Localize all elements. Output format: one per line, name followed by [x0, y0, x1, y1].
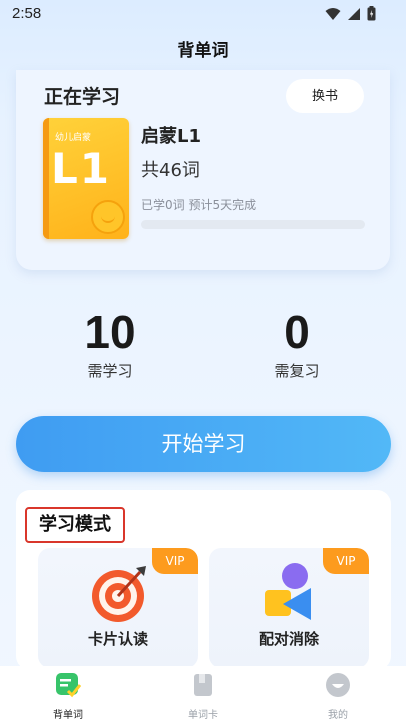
- status-bar: 2:58: [0, 0, 406, 28]
- shapes-icon: [265, 563, 311, 620]
- wifi-icon: [325, 7, 341, 20]
- mode-label-reading: 卡片认读: [87, 630, 148, 648]
- tab-memorize[interactable]: 背单词: [28, 672, 108, 721]
- book-cover-tag: 幼儿启蒙: [55, 133, 92, 143]
- smile-icon: [91, 200, 125, 234]
- status-icons: [325, 6, 376, 21]
- progress-bar: [141, 220, 365, 229]
- bottom-tab-bar: 背单词 单词卡 我的: [0, 666, 406, 722]
- book-icon: [194, 674, 212, 696]
- tab-label-memorize: 背单词: [53, 710, 83, 721]
- mode-card-reading[interactable]: VIP 卡片认读: [38, 548, 198, 668]
- stat-to-review: 0 需复习: [237, 306, 357, 381]
- study-section-title: 正在学习: [44, 86, 121, 108]
- signal-icon: [348, 7, 360, 20]
- tab-word-cards[interactable]: 单词卡: [163, 672, 243, 721]
- study-modes-card: 学习模式 VIP 卡片认读 VIP 配对消除: [16, 490, 391, 670]
- vip-badge: VIP: [152, 548, 198, 574]
- stat-to-learn-value: 10: [84, 306, 136, 358]
- mode-card-matching[interactable]: VIP 配对消除: [209, 548, 369, 668]
- word-list-icon: [56, 673, 82, 698]
- battery-icon: [367, 6, 376, 21]
- vip-badge: VIP: [323, 548, 369, 574]
- tab-label-profile: 我的: [328, 710, 348, 721]
- book-cover[interactable]: 幼儿启蒙 L1: [43, 118, 129, 239]
- stat-to-learn: 10 需学习: [50, 306, 170, 381]
- study-modes-title: 学习模式: [25, 507, 125, 543]
- book-spine: [43, 118, 49, 239]
- stat-to-review-label: 需复习: [274, 362, 320, 380]
- tab-profile[interactable]: 我的: [298, 672, 378, 721]
- status-time: 2:58: [12, 5, 42, 22]
- stat-to-learn-label: 需学习: [87, 362, 133, 380]
- start-learning-button[interactable]: 开始学习: [16, 416, 391, 472]
- mode-label-matching: 配对消除: [258, 630, 319, 648]
- current-study-card: 正在学习 换书 幼儿启蒙 L1 启蒙L1 共46词 已学0词 预计5天完成: [16, 70, 390, 270]
- book-cover-code: L1: [51, 144, 111, 193]
- stat-to-review-value: 0: [284, 306, 310, 358]
- page-title: 背单词: [177, 41, 229, 61]
- book-word-count: 共46词: [141, 160, 200, 181]
- change-book-button[interactable]: 换书: [286, 79, 364, 113]
- book-name: 启蒙L1: [141, 126, 201, 147]
- book-progress-text: 已学0词 预计5天完成: [141, 198, 257, 212]
- profile-smile-icon: [326, 673, 350, 697]
- tab-label-word-cards: 单词卡: [188, 710, 218, 721]
- target-icon: [92, 566, 146, 622]
